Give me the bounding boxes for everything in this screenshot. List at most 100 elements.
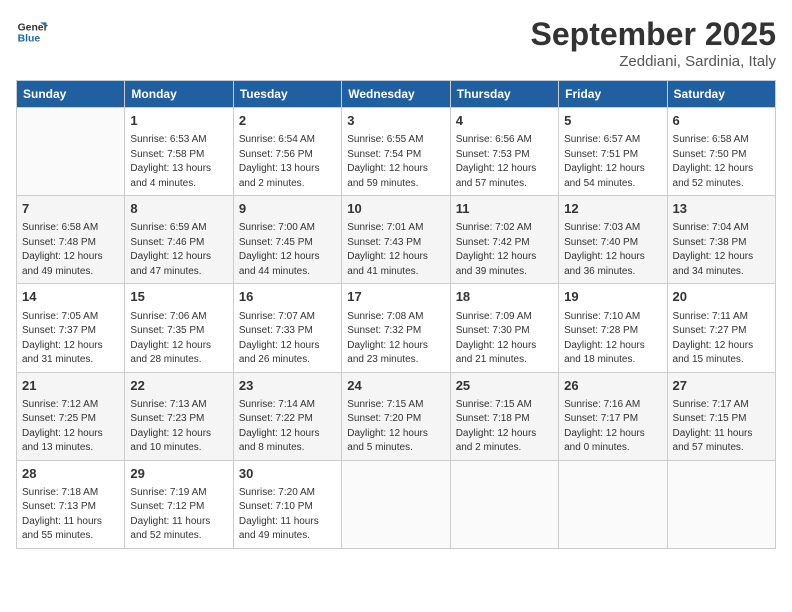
calendar-cell: 29Sunrise: 7:19 AM Sunset: 7:12 PM Dayli… xyxy=(125,460,233,548)
day-number: 15 xyxy=(130,288,227,306)
day-info: Sunrise: 6:59 AM Sunset: 7:46 PM Dayligh… xyxy=(130,221,227,279)
day-info: Sunrise: 7:12 AM Sunset: 7:25 PM Dayligh… xyxy=(22,398,119,456)
calendar-cell: 8 Sunrise: 6:59 AM Sunset: 7:46 PM Daylig… xyxy=(125,196,233,284)
calendar-cell: 14 Sunrise: 7:05 AM Sunset: 7:37 PM Dayli… xyxy=(17,284,125,372)
day-number: 26 xyxy=(564,377,661,395)
day-info: Sunrise: 6:56 AM Sunset: 7:53 PM Dayligh… xyxy=(456,133,553,191)
calendar-cell: 24 Sunrise: 7:15 AM Sunset: 7:20 PM Dayli… xyxy=(342,372,450,460)
day-info: Sunrise: 7:09 AM Sunset: 7:30 PM Dayligh… xyxy=(456,310,553,368)
col-header-sunday: Sunday xyxy=(17,81,125,108)
day-number: 11 xyxy=(456,200,553,218)
calendar-cell: 5 Sunrise: 6:57 AM Sunset: 7:51 PM Daylig… xyxy=(559,108,667,196)
col-header-wednesday: Wednesday xyxy=(342,81,450,108)
day-info: Sunrise: 7:18 AM Sunset: 7:13 PM Dayligh… xyxy=(22,486,119,544)
day-number: 1 xyxy=(130,112,227,130)
day-info: Sunrise: 7:01 AM Sunset: 7:43 PM Dayligh… xyxy=(347,221,444,279)
header-row: SundayMondayTuesdayWednesdayThursdayFrid… xyxy=(17,81,776,108)
calendar-cell: 15 Sunrise: 7:06 AM Sunset: 7:35 PM Dayli… xyxy=(125,284,233,372)
day-info: Sunrise: 7:16 AM Sunset: 7:17 PM Dayligh… xyxy=(564,398,661,456)
day-number: 9 xyxy=(239,200,336,218)
logo: General Blue xyxy=(16,16,48,48)
calendar-cell: 12 Sunrise: 7:03 AM Sunset: 7:40 PM Dayli… xyxy=(559,196,667,284)
day-info: Sunrise: 7:17 AM Sunset: 7:15 PM Dayligh… xyxy=(673,398,770,456)
calendar-cell: 25 Sunrise: 7:15 AM Sunset: 7:18 PM Dayli… xyxy=(450,372,558,460)
col-header-tuesday: Tuesday xyxy=(233,81,341,108)
page-header: General Blue September 2025 Zeddiani, Sa… xyxy=(16,16,776,70)
col-header-saturday: Saturday xyxy=(667,81,775,108)
day-info: Sunrise: 6:53 AM Sunset: 7:58 PM Dayligh… xyxy=(130,133,227,191)
location: Zeddiani, Sardinia, Italy xyxy=(531,53,776,70)
day-info: Sunrise: 6:58 AM Sunset: 7:48 PM Dayligh… xyxy=(22,221,119,279)
calendar-cell: 26 Sunrise: 7:16 AM Sunset: 7:17 PM Dayli… xyxy=(559,372,667,460)
calendar-cell: 27Sunrise: 7:17 AM Sunset: 7:15 PM Dayli… xyxy=(667,372,775,460)
calendar-cell xyxy=(559,460,667,548)
day-info: Sunrise: 7:03 AM Sunset: 7:40 PM Dayligh… xyxy=(564,221,661,279)
week-row: 21 Sunrise: 7:12 AM Sunset: 7:25 PM Dayli… xyxy=(17,372,776,460)
calendar-table: SundayMondayTuesdayWednesdayThursdayFrid… xyxy=(16,80,776,549)
day-info: Sunrise: 6:54 AM Sunset: 7:56 PM Dayligh… xyxy=(239,133,336,191)
day-number: 13 xyxy=(673,200,770,218)
day-info: Sunrise: 7:00 AM Sunset: 7:45 PM Dayligh… xyxy=(239,221,336,279)
day-number: 10 xyxy=(347,200,444,218)
day-number: 28 xyxy=(22,465,119,483)
title-block: September 2025 Zeddiani, Sardinia, Italy xyxy=(531,16,776,70)
day-info: Sunrise: 7:05 AM Sunset: 7:37 PM Dayligh… xyxy=(22,310,119,368)
col-header-friday: Friday xyxy=(559,81,667,108)
calendar-cell xyxy=(450,460,558,548)
day-info: Sunrise: 6:55 AM Sunset: 7:54 PM Dayligh… xyxy=(347,133,444,191)
month-title: September 2025 xyxy=(531,16,776,53)
day-number: 8 xyxy=(130,200,227,218)
calendar-cell: 30 Sunrise: 7:20 AM Sunset: 7:10 PM Dayli… xyxy=(233,460,341,548)
day-number: 5 xyxy=(564,112,661,130)
calendar-cell: 9 Sunrise: 7:00 AM Sunset: 7:45 PM Daylig… xyxy=(233,196,341,284)
day-number: 14 xyxy=(22,288,119,306)
day-number: 3 xyxy=(347,112,444,130)
col-header-monday: Monday xyxy=(125,81,233,108)
day-info: Sunrise: 7:07 AM Sunset: 7:33 PM Dayligh… xyxy=(239,310,336,368)
svg-text:Blue: Blue xyxy=(18,34,41,45)
day-number: 20 xyxy=(673,288,770,306)
day-number: 23 xyxy=(239,377,336,395)
day-info: Sunrise: 7:02 AM Sunset: 7:42 PM Dayligh… xyxy=(456,221,553,279)
day-number: 30 xyxy=(239,465,336,483)
day-info: Sunrise: 7:08 AM Sunset: 7:32 PM Dayligh… xyxy=(347,310,444,368)
calendar-cell: 16 Sunrise: 7:07 AM Sunset: 7:33 PM Dayli… xyxy=(233,284,341,372)
day-number: 25 xyxy=(456,377,553,395)
day-info: Sunrise: 7:11 AM Sunset: 7:27 PM Dayligh… xyxy=(673,310,770,368)
calendar-cell: 23Sunrise: 7:14 AM Sunset: 7:22 PM Dayli… xyxy=(233,372,341,460)
day-info: Sunrise: 7:15 AM Sunset: 7:20 PM Dayligh… xyxy=(347,398,444,456)
day-info: Sunrise: 7:20 AM Sunset: 7:10 PM Dayligh… xyxy=(239,486,336,544)
week-row: 14 Sunrise: 7:05 AM Sunset: 7:37 PM Dayli… xyxy=(17,284,776,372)
calendar-cell: 22Sunrise: 7:13 AM Sunset: 7:23 PM Dayli… xyxy=(125,372,233,460)
day-number: 19 xyxy=(564,288,661,306)
calendar-cell: 4Sunrise: 6:56 AM Sunset: 7:53 PM Daylig… xyxy=(450,108,558,196)
day-number: 6 xyxy=(673,112,770,130)
day-number: 21 xyxy=(22,377,119,395)
week-row: 1 Sunrise: 6:53 AM Sunset: 7:58 PM Daylig… xyxy=(17,108,776,196)
calendar-cell: 17 Sunrise: 7:08 AM Sunset: 7:32 PM Dayli… xyxy=(342,284,450,372)
day-number: 16 xyxy=(239,288,336,306)
calendar-cell xyxy=(342,460,450,548)
calendar-cell: 1 Sunrise: 6:53 AM Sunset: 7:58 PM Daylig… xyxy=(125,108,233,196)
day-info: Sunrise: 7:06 AM Sunset: 7:35 PM Dayligh… xyxy=(130,310,227,368)
day-number: 24 xyxy=(347,377,444,395)
calendar-cell: 6Sunrise: 6:58 AM Sunset: 7:50 PM Daylig… xyxy=(667,108,775,196)
calendar-cell: 7 Sunrise: 6:58 AM Sunset: 7:48 PM Daylig… xyxy=(17,196,125,284)
logo-icon: General Blue xyxy=(16,16,48,48)
day-info: Sunrise: 7:10 AM Sunset: 7:28 PM Dayligh… xyxy=(564,310,661,368)
calendar-cell: 20 Sunrise: 7:11 AM Sunset: 7:27 PM Dayli… xyxy=(667,284,775,372)
calendar-cell xyxy=(667,460,775,548)
week-row: 7 Sunrise: 6:58 AM Sunset: 7:48 PM Daylig… xyxy=(17,196,776,284)
day-number: 17 xyxy=(347,288,444,306)
day-number: 7 xyxy=(22,200,119,218)
day-number: 12 xyxy=(564,200,661,218)
calendar-cell: 11 Sunrise: 7:02 AM Sunset: 7:42 PM Dayli… xyxy=(450,196,558,284)
week-row: 28 Sunrise: 7:18 AM Sunset: 7:13 PM Dayli… xyxy=(17,460,776,548)
calendar-cell: 18Sunrise: 7:09 AM Sunset: 7:30 PM Dayli… xyxy=(450,284,558,372)
calendar-cell: 10 Sunrise: 7:01 AM Sunset: 7:43 PM Dayli… xyxy=(342,196,450,284)
day-info: Sunrise: 7:15 AM Sunset: 7:18 PM Dayligh… xyxy=(456,398,553,456)
calendar-cell: 2Sunrise: 6:54 AM Sunset: 7:56 PM Daylig… xyxy=(233,108,341,196)
day-info: Sunrise: 6:57 AM Sunset: 7:51 PM Dayligh… xyxy=(564,133,661,191)
day-info: Sunrise: 7:13 AM Sunset: 7:23 PM Dayligh… xyxy=(130,398,227,456)
calendar-cell: 3 Sunrise: 6:55 AM Sunset: 7:54 PM Daylig… xyxy=(342,108,450,196)
